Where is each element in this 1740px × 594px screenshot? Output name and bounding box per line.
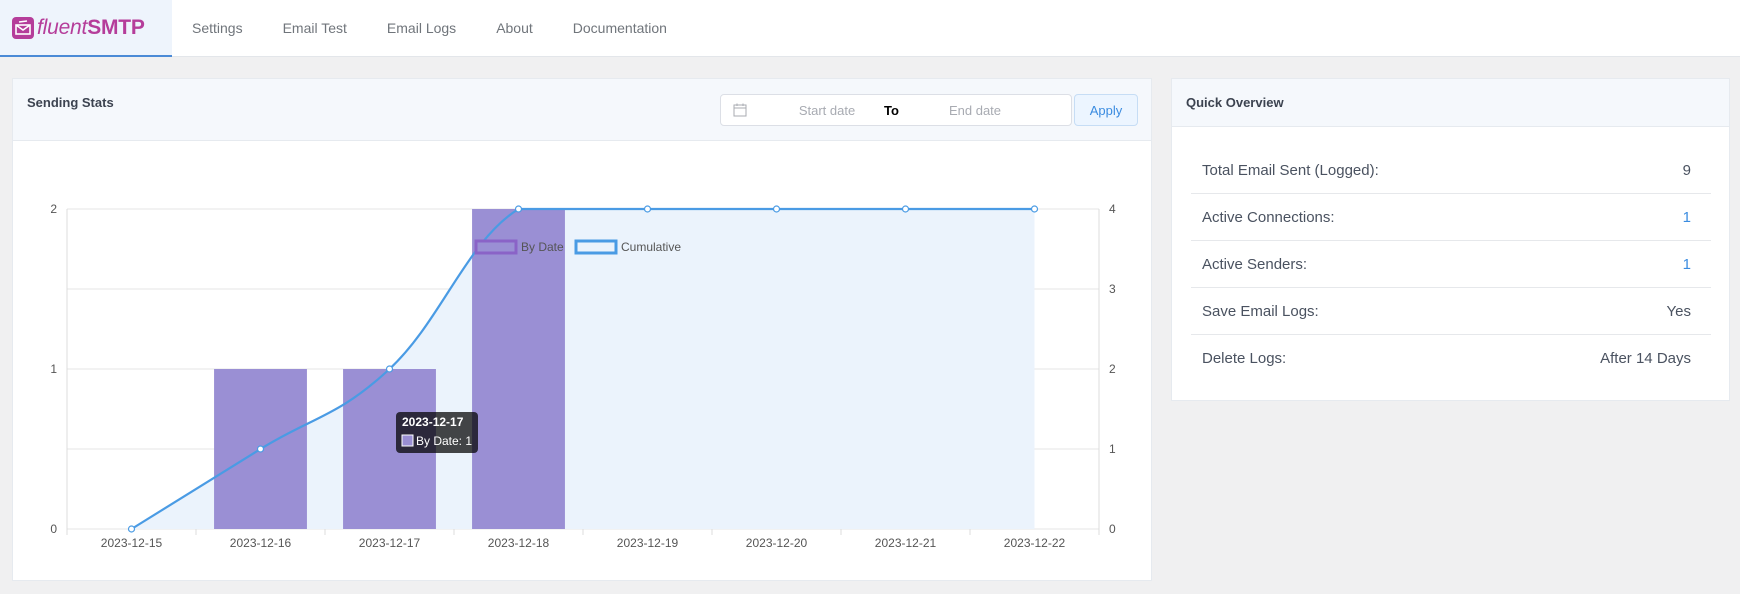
overview-row-save-logs: Save Email Logs: Yes <box>1191 288 1711 335</box>
quick-overview-title: Quick Overview <box>1186 95 1284 110</box>
sending-stats-title: Sending Stats <box>27 95 114 110</box>
overview-value: Yes <box>1666 302 1691 320</box>
x-tick-label: 2023-12-22 <box>1004 536 1066 550</box>
overview-value-link[interactable]: 1 <box>1683 256 1691 273</box>
nav-about[interactable]: About <box>496 20 533 36</box>
x-tick-label: 2023-12-21 <box>875 536 937 550</box>
sending-stats-header: Sending Stats Start date To End date App… <box>13 79 1151 141</box>
overview-label: Active Connections: <box>1202 208 1335 226</box>
cumulative-point <box>643 205 652 213</box>
x-tick-label: 2023-12-15 <box>101 536 163 550</box>
bar-by-date <box>472 209 565 529</box>
sending-stats-card: Sending Stats Start date To End date App… <box>12 78 1152 581</box>
legend-label-by-date: By Date <box>521 240 564 254</box>
y-left-tick-label: 1 <box>50 362 57 376</box>
overview-row-delete-logs: Delete Logs: After 14 Days <box>1191 335 1711 382</box>
overview-label: Active Senders: <box>1202 255 1308 273</box>
cumulative-point <box>772 205 781 213</box>
apply-button[interactable]: Apply <box>1074 94 1138 126</box>
nav-documentation[interactable]: Documentation <box>573 20 667 36</box>
y-right-tick-label: 4 <box>1109 202 1116 216</box>
brand-logo[interactable]: fluentSMTP <box>0 0 172 57</box>
main-nav: Settings Email Test Email Logs About Doc… <box>192 0 707 55</box>
calendar-icon <box>733 103 747 117</box>
y-left-tick-label: 0 <box>50 522 57 536</box>
y-right-tick-label: 0 <box>1109 522 1116 536</box>
chart-tooltip-swatch <box>401 434 414 447</box>
cumulative-point <box>514 205 523 213</box>
overview-row-total-sent: Total Email Sent (Logged): 9 <box>1191 147 1711 194</box>
cumulative-point <box>385 365 394 373</box>
y-right-tick-label: 2 <box>1109 362 1116 376</box>
cumulative-point <box>901 205 910 213</box>
overview-row-active-connections: Active Connections: 1 <box>1191 194 1711 241</box>
end-date-input[interactable]: End date <box>931 103 1019 118</box>
y-right-tick-label: 3 <box>1109 282 1116 296</box>
overview-value-link[interactable]: 1 <box>1683 209 1691 226</box>
sending-stats-chart: 0 1 2 0 1 2 3 4 2023-12-15 2023-12-16 2023-12-17 20… <box>50 202 1116 550</box>
overview-value: After 14 Days <box>1600 350 1691 367</box>
chart-tooltip-title: 2023-12-17 <box>402 415 464 429</box>
start-date-input[interactable]: Start date <box>783 103 871 118</box>
x-tick-label: 2023-12-18 <box>488 536 550 550</box>
brand-name: fluentSMTP <box>37 15 145 39</box>
quick-overview-card: Quick Overview Total Email Sent (Logged)… <box>1171 78 1730 401</box>
overview-label: Save Email Logs: <box>1202 302 1319 320</box>
cumulative-point <box>1030 205 1039 213</box>
overview-label: Delete Logs: <box>1202 350 1287 367</box>
x-tick-label: 2023-12-16 <box>230 536 292 550</box>
legend-swatch-cumulative <box>574 239 618 255</box>
x-tick-label: 2023-12-17 <box>359 536 421 550</box>
legend-label-cumulative: Cumulative <box>621 240 681 254</box>
y-right-tick-label: 1 <box>1109 442 1116 456</box>
quick-overview-header: Quick Overview <box>1172 79 1729 127</box>
overview-list: Total Email Sent (Logged): 9 Active Conn… <box>1191 147 1711 382</box>
overview-label: Total Email Sent (Logged): <box>1202 161 1379 179</box>
nav-email-logs[interactable]: Email Logs <box>387 20 456 36</box>
envelope-logo-icon <box>12 16 34 39</box>
x-tick-label: 2023-12-19 <box>617 536 679 550</box>
overview-row-active-senders: Active Senders: 1 <box>1191 241 1711 288</box>
legend-swatch-by-date <box>474 239 518 255</box>
nav-email-test[interactable]: Email Test <box>283 20 347 36</box>
top-navigation-bar: fluentSMTP Settings Email Test Email Log… <box>0 0 1740 57</box>
date-range-separator: To <box>884 102 899 118</box>
cumulative-point <box>256 445 265 453</box>
nav-settings[interactable]: Settings <box>192 20 243 36</box>
x-tick-label: 2023-12-20 <box>746 536 808 550</box>
overview-value: 9 <box>1682 161 1691 179</box>
chart-tooltip-text: By Date: 1 <box>416 434 472 448</box>
date-range-picker[interactable]: Start date To End date <box>720 94 1072 126</box>
cumulative-point <box>127 525 136 533</box>
y-left-tick-label: 2 <box>50 202 57 216</box>
